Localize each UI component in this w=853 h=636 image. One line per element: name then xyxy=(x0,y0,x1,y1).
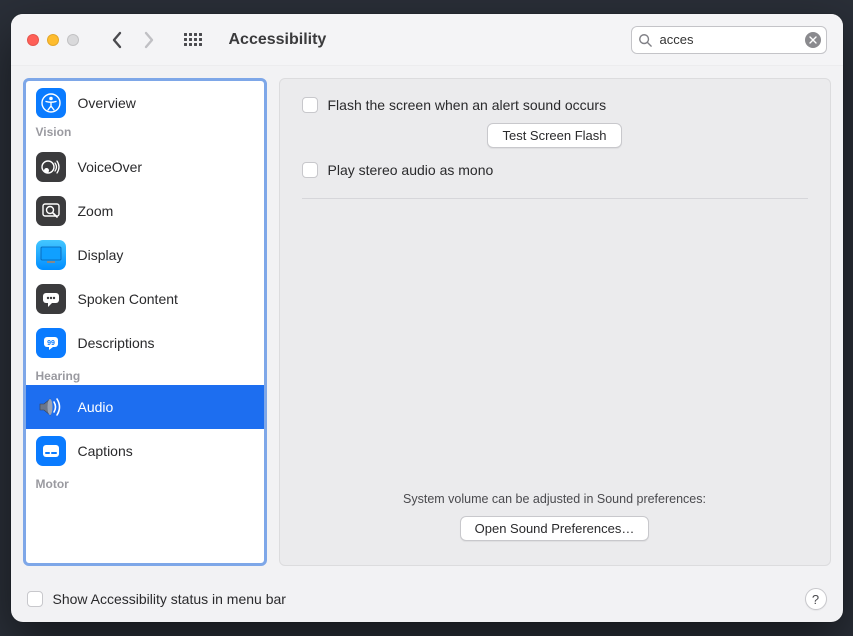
x-icon xyxy=(809,36,817,44)
back-button[interactable] xyxy=(105,26,129,54)
status-in-menubar-label: Show Accessibility status in menu bar xyxy=(53,591,286,607)
stereo-mono-row: Play stereo audio as mono xyxy=(302,162,808,178)
descriptions-icon: 99 xyxy=(36,328,66,358)
forward-button xyxy=(137,26,161,54)
footer-bar: Show Accessibility status in menu bar ? xyxy=(11,578,843,622)
search-field-wrap xyxy=(631,26,827,54)
close-window-button[interactable] xyxy=(27,34,39,46)
sidebar-item-label: Captions xyxy=(78,443,133,459)
sidebar-item-label: Zoom xyxy=(78,203,114,219)
sidebar: Overview Vision VoiceOver Zoom Dis xyxy=(23,78,267,566)
sidebar-item-audio[interactable]: Audio xyxy=(26,385,264,429)
divider xyxy=(302,198,808,199)
audio-icon xyxy=(36,392,66,422)
nav-arrows xyxy=(105,26,161,54)
search-icon xyxy=(638,33,652,47)
chevron-right-icon xyxy=(143,31,155,49)
minimize-window-button[interactable] xyxy=(47,34,59,46)
flash-screen-checkbox[interactable] xyxy=(302,97,318,113)
sidebar-item-label: Spoken Content xyxy=(78,291,178,307)
zoom-window-button xyxy=(67,34,79,46)
grid-icon xyxy=(184,33,202,46)
status-in-menubar-checkbox[interactable] xyxy=(27,591,43,607)
overview-icon xyxy=(36,88,66,118)
sidebar-item-voiceover[interactable]: VoiceOver xyxy=(26,145,264,189)
section-vision: Vision xyxy=(26,125,264,141)
help-button[interactable]: ? xyxy=(805,588,827,610)
open-sound-preferences-button[interactable]: Open Sound Preferences… xyxy=(460,516,650,541)
sidebar-item-overview[interactable]: Overview xyxy=(26,81,264,125)
test-screen-flash-button[interactable]: Test Screen Flash xyxy=(487,123,621,148)
display-icon xyxy=(36,240,66,270)
sidebar-item-label: Overview xyxy=(78,95,136,111)
spoken-content-icon xyxy=(36,284,66,314)
svg-text:99: 99 xyxy=(47,340,55,347)
flash-screen-row: Flash the screen when an alert sound occ… xyxy=(302,97,808,113)
body-area: Overview Vision VoiceOver Zoom Dis xyxy=(11,66,843,578)
sidebar-item-label: VoiceOver xyxy=(78,159,143,175)
clear-search-button[interactable] xyxy=(805,32,821,48)
content-pane: Flash the screen when an alert sound occ… xyxy=(279,78,831,566)
titlebar: Accessibility xyxy=(11,14,843,66)
system-volume-hint: System volume can be adjusted in Sound p… xyxy=(302,492,808,506)
voiceover-icon xyxy=(36,152,66,182)
section-hearing: Hearing xyxy=(26,365,264,385)
sidebar-item-label: Display xyxy=(78,247,124,263)
show-all-button[interactable] xyxy=(179,26,207,54)
sidebar-item-spoken-content[interactable]: Spoken Content xyxy=(26,277,264,321)
chevron-left-icon xyxy=(111,31,123,49)
stereo-mono-label: Play stereo audio as mono xyxy=(328,162,494,178)
window-controls xyxy=(27,34,79,46)
sidebar-item-label: Descriptions xyxy=(78,335,155,351)
sidebar-item-label: Audio xyxy=(78,399,114,415)
captions-icon xyxy=(36,436,66,466)
preferences-window: Accessibility Overview Vision xyxy=(11,14,843,622)
zoom-icon xyxy=(36,196,66,226)
window-title: Accessibility xyxy=(229,31,327,49)
sidebar-item-display[interactable]: Display xyxy=(26,233,264,277)
section-motor: Motor xyxy=(26,473,264,493)
stereo-mono-checkbox[interactable] xyxy=(302,162,318,178)
sidebar-item-zoom[interactable]: Zoom xyxy=(26,189,264,233)
flash-screen-label: Flash the screen when an alert sound occ… xyxy=(328,97,607,113)
search-input[interactable] xyxy=(631,26,827,54)
sidebar-item-captions[interactable]: Captions xyxy=(26,429,264,473)
bottom-info: System volume can be adjusted in Sound p… xyxy=(302,492,808,547)
sidebar-item-descriptions[interactable]: 99 Descriptions xyxy=(26,321,264,365)
